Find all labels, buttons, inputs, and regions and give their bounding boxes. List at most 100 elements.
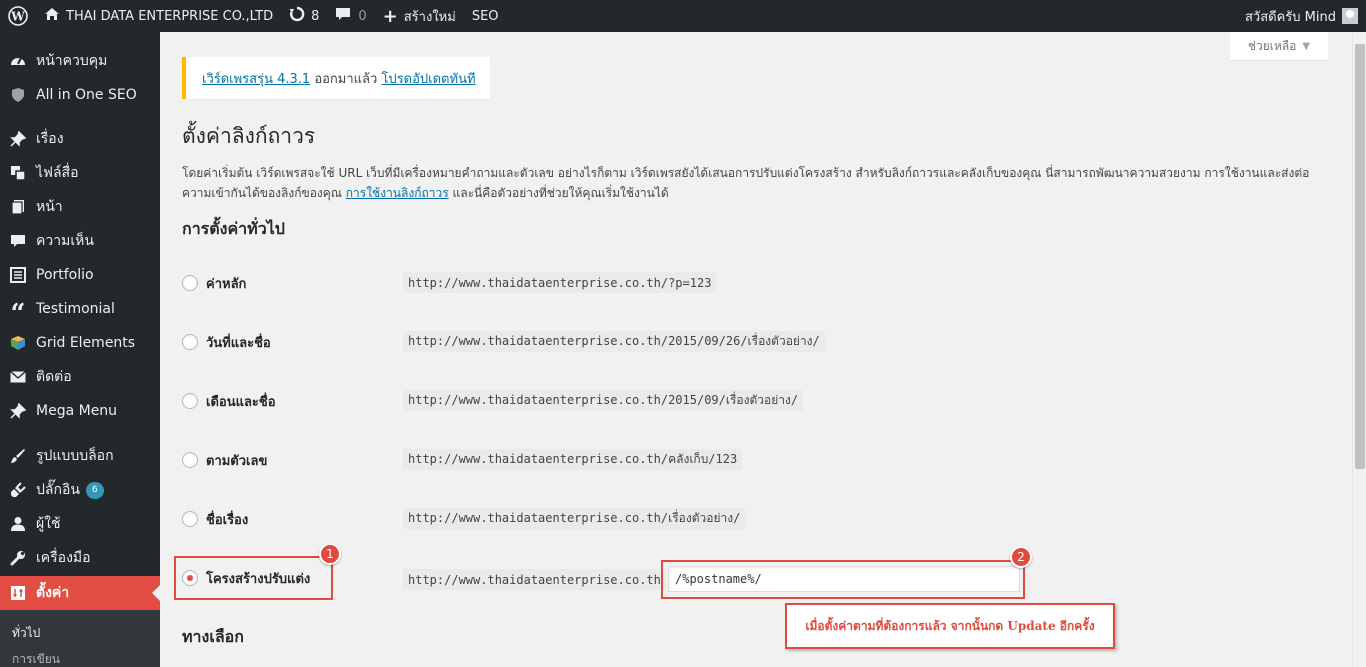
- sidebar-item-appearance[interactable]: รูปแบบบล็อก: [0, 439, 160, 473]
- help-tab-label: ช่วยเหลือ: [1247, 38, 1297, 53]
- sidebar-item-media[interactable]: ไฟล์สื่อ: [0, 156, 160, 190]
- comments-link[interactable]: 0: [327, 0, 374, 32]
- sidebar-item-label: ความเห็น: [36, 233, 94, 249]
- page-description: โดยค่าเริ่มต้น เวิร์ดเพรสจะใช้ URL เว็บท…: [182, 163, 1322, 203]
- permalinks-docs-link[interactable]: การใช้งานลิงก์ถาวร: [346, 186, 449, 200]
- sidebar-item-posts[interactable]: เรื่อง: [0, 122, 160, 156]
- sidebar-item-testimonial[interactable]: “ Testimonial: [0, 292, 160, 327]
- submenu-item-writing[interactable]: การเขียน: [12, 650, 60, 667]
- updates-link[interactable]: 8: [281, 0, 327, 32]
- callout-number-2: 2: [1010, 546, 1032, 568]
- help-tab-button[interactable]: ช่วยเหลือ ▼: [1230, 32, 1328, 60]
- svg-text:W: W: [10, 10, 25, 24]
- pin-icon: [0, 131, 36, 147]
- radio-month-name[interactable]: [182, 393, 198, 409]
- shield-icon: [0, 87, 36, 103]
- description-line: ความเข้ากันได้ของลิงก์ของคุณ การใช้งานลิ…: [182, 183, 1322, 203]
- version-link[interactable]: เวิร์ดเพรสรุ่น 4.3.1: [202, 68, 310, 89]
- page-scrollbar[interactable]: [1352, 32, 1366, 667]
- description-text: ความเข้ากันได้ของลิงก์ของคุณ: [182, 186, 346, 200]
- permalink-example: http://www.thaidataenterprise.co.th/คลัง…: [403, 449, 743, 470]
- seo-label: SEO: [471, 8, 499, 24]
- media-icon: [0, 165, 36, 181]
- scrollbar-thumb[interactable]: [1355, 44, 1365, 469]
- page-title: ตั้งค่าลิงก์ถาวร: [182, 124, 316, 148]
- sidebar-item-label: ปลั๊กอิน: [36, 482, 80, 498]
- comments-count: 0: [358, 8, 367, 24]
- sidebar-item-settings[interactable]: ตั้งค่า: [0, 576, 160, 610]
- sidebar-item-dashboard[interactable]: หน้าควบคุม: [0, 44, 160, 78]
- description-text: และนี่คือตัวอย่างที่ช่วยให้คุณเริ่มใช้งา…: [448, 186, 669, 200]
- sidebar-item-label: ไฟล์สื่อ: [36, 165, 79, 181]
- settings-icon: [0, 585, 36, 601]
- mail-icon: [0, 371, 36, 383]
- option-label: วันที่และชื่อ: [206, 335, 271, 351]
- notice-text: ออกมาแล้ว: [310, 71, 382, 87]
- sidebar-item-users[interactable]: ผู้ใช้: [0, 507, 160, 541]
- sidebar-item-portfolio[interactable]: Portfolio: [0, 258, 160, 292]
- sidebar-item-grid-elements[interactable]: Grid Elements: [0, 326, 160, 360]
- wordpress-logo-icon[interactable]: W: [0, 0, 36, 32]
- brush-icon: [0, 448, 36, 464]
- sidebar-item-label: Grid Elements: [36, 335, 136, 351]
- sidebar-item-comments[interactable]: ความเห็น: [0, 224, 160, 258]
- update-now-link[interactable]: โปรดอัปเดตทันที: [381, 68, 475, 89]
- permalink-example: http://www.thaidataenterprise.co.th/เรื่…: [403, 508, 746, 529]
- site-name-label: THAI DATA ENTERPRISE CO.,LTD: [66, 8, 274, 24]
- updates-icon: [289, 6, 305, 26]
- radio-plain[interactable]: [182, 275, 198, 291]
- sidebar-item-all-in-one-seo[interactable]: All in One SEO: [0, 78, 160, 112]
- user-icon: [0, 516, 36, 532]
- highlight-box-structure-input: [661, 560, 1025, 599]
- sidebar-item-plugins[interactable]: ปลั๊กอิน 6: [0, 473, 160, 507]
- wrench-icon: [0, 550, 36, 566]
- seo-link[interactable]: SEO: [464, 0, 507, 32]
- general-settings-heading: การตั้งค่าทั่วไป: [182, 219, 285, 238]
- pin-icon: [0, 403, 36, 419]
- triangle-down-icon: ▼: [1302, 40, 1311, 52]
- list-icon: [0, 267, 36, 283]
- comment-icon: [335, 7, 351, 26]
- optional-heading: ทางเลือก: [182, 627, 244, 646]
- callout-note: เมื่อตั้งค่าตามที่ต้องการแล้ว จากนั้นกด …: [785, 603, 1115, 649]
- option-numeric[interactable]: ตามตัวเลข: [182, 449, 267, 471]
- sidebar-item-label: ตั้งค่า: [36, 585, 70, 601]
- avatar: [1342, 8, 1358, 24]
- radio-post-name[interactable]: [182, 511, 198, 527]
- sidebar-item-label: เครื่องมือ: [36, 550, 91, 566]
- dashboard-icon: [0, 53, 36, 69]
- updates-count: 8: [311, 8, 320, 24]
- callout-number-1: 1: [319, 543, 341, 565]
- sidebar-item-label: หน้า: [36, 199, 63, 215]
- settings-submenu: ทั่วไป การเขียน: [0, 610, 160, 667]
- option-label: ชื่อเรื่อง: [206, 512, 249, 528]
- sidebar-item-label: รูปแบบบล็อก: [36, 448, 114, 464]
- sidebar-item-label: ผู้ใช้: [36, 516, 61, 532]
- my-account[interactable]: สวัสดีครับ Mind: [1245, 0, 1366, 32]
- grid-icon: [0, 335, 36, 351]
- permalink-example: http://www.thaidataenterprise.co.th/2015…: [403, 390, 804, 411]
- option-label: ตามตัวเลข: [206, 453, 268, 469]
- new-content-link[interactable]: + สร้างใหม่: [375, 0, 464, 32]
- site-name-link[interactable]: THAI DATA ENTERPRISE CO.,LTD: [36, 0, 281, 32]
- plugin-icon: [0, 482, 36, 498]
- option-label: ค่าหลัก: [206, 276, 247, 292]
- radio-numeric[interactable]: [182, 452, 198, 468]
- highlight-box-custom-option: [174, 556, 333, 600]
- option-post-name[interactable]: ชื่อเรื่อง: [182, 508, 248, 530]
- sidebar-item-label: หน้าควบคุม: [36, 53, 108, 69]
- option-month-name[interactable]: เดือนและชื่อ: [182, 390, 276, 412]
- radio-day-name[interactable]: [182, 334, 198, 350]
- comment-icon: [0, 234, 36, 249]
- option-plain[interactable]: ค่าหลัก: [182, 272, 246, 294]
- sidebar-item-contact[interactable]: ติดต่อ: [0, 360, 160, 394]
- sidebar-item-label: Testimonial: [36, 301, 115, 317]
- sidebar-item-mega-menu[interactable]: Mega Menu: [0, 394, 160, 428]
- sidebar-item-tools[interactable]: เครื่องมือ: [0, 541, 160, 575]
- plugins-update-badge: 6: [85, 481, 104, 499]
- sidebar-item-label: เรื่อง: [36, 131, 64, 147]
- option-day-name[interactable]: วันที่และชื่อ: [182, 331, 271, 353]
- submenu-item-general[interactable]: ทั่วไป: [12, 624, 40, 643]
- update-notice: เวิร์ดเพรสรุ่น 4.3.1 ออกมาแล้ว โปรดอัปเด…: [182, 57, 490, 99]
- sidebar-item-pages[interactable]: หน้า: [0, 190, 160, 224]
